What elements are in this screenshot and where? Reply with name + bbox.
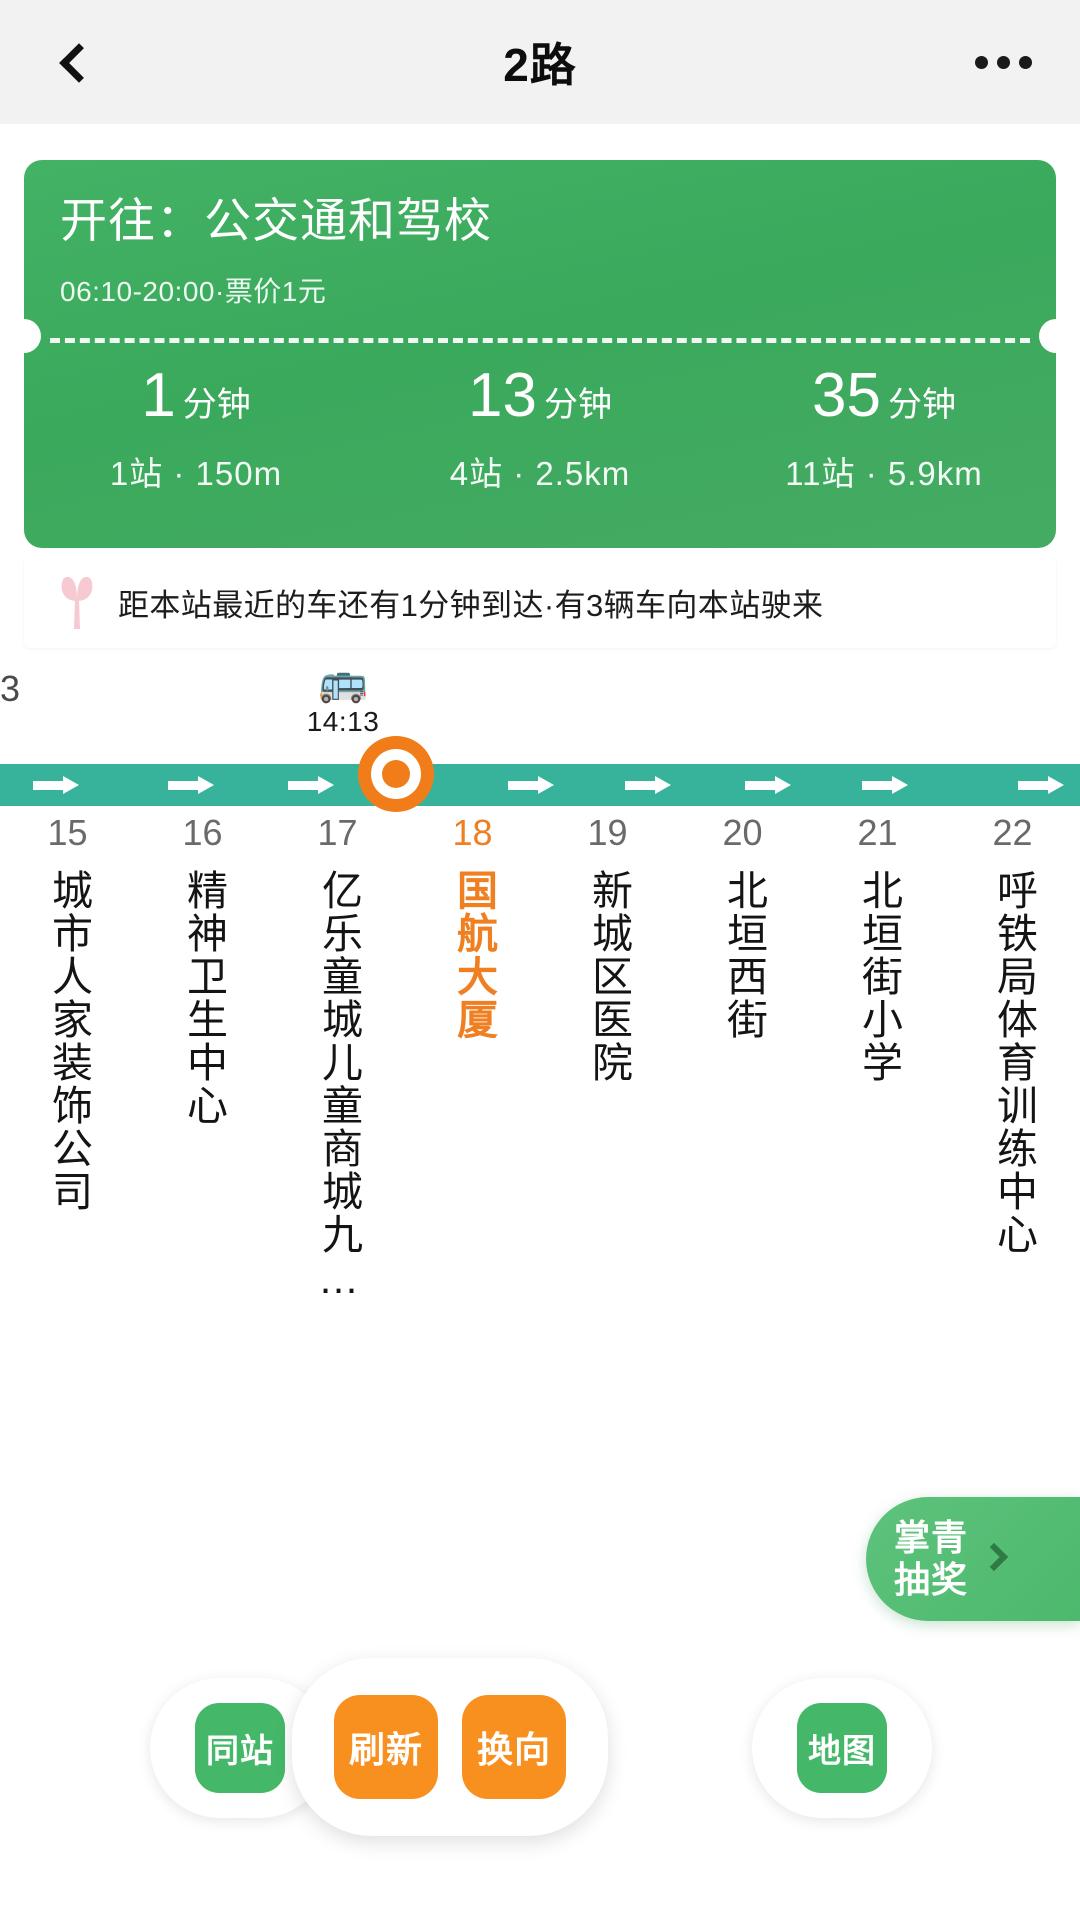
arrival-notice-bar: 距本站最近的车还有1分钟到达·有3辆车向本站驶来: [24, 556, 1056, 648]
arrival-stops-distance: 4站 · 2.5km: [449, 455, 631, 492]
station-name: 城市人家装饰公司: [45, 869, 92, 1213]
route-timeline: 3 🚌 14:13 15 城市人家装饰公司 16 精神卫生中心 17 亿乐童城儿…: [0, 660, 1080, 1304]
station-item[interactable]: 20 北垣西街: [675, 810, 810, 1309]
route-schedule: 06:10-20:00·票价1元: [60, 276, 327, 308]
more-horizontal-icon: [996, 55, 1010, 69]
station-name: 北垣西街: [720, 869, 767, 1041]
ticket-notch-left: [24, 319, 41, 353]
station-name: 亿乐童城儿童商城九…: [315, 869, 362, 1304]
direction-arrow-icon: [33, 776, 79, 794]
station-item[interactable]: 17 亿乐童城儿童商城九…: [270, 810, 405, 1309]
route-summary-card[interactable]: 开往：公交通和驾校 06:10-20:00·票价1元 1 分钟 1站 · 150m…: [24, 160, 1056, 548]
station-name: 北垣街小学: [855, 869, 902, 1084]
edge-station-number: 3: [0, 668, 21, 709]
route-destination: 开往：公交通和驾校: [60, 194, 492, 247]
station-number: 16: [182, 812, 223, 853]
chevron-right-icon: [979, 1542, 1009, 1572]
direction-arrow-icon: [862, 776, 908, 794]
arrival-item[interactable]: 35 分钟 11站 · 5.9km: [712, 360, 1056, 495]
more-horizontal-icon: [1018, 55, 1032, 69]
arrival-stops-distance: 11站 · 5.9km: [785, 455, 983, 492]
station-item[interactable]: 22 呼铁局体育训练中心: [945, 810, 1080, 1309]
bus-timestamp: 14:13: [306, 706, 380, 737]
app-header: 2路: [0, 0, 1080, 124]
map-container[interactable]: 地图: [752, 1678, 932, 1818]
station-item[interactable]: 21 北垣街小学: [810, 810, 945, 1309]
station-number: 21: [857, 812, 898, 853]
arrival-minutes: 13: [468, 361, 537, 430]
arrival-item[interactable]: 1 分钟 1站 · 150m: [24, 360, 368, 495]
arrival-unit: 分钟: [887, 386, 956, 424]
direction-arrow-icon: [625, 776, 671, 794]
flower-icon: [54, 571, 100, 633]
arrival-minutes: 1: [141, 361, 176, 430]
bottom-toolbar: 同站 地图 刷新 换向: [0, 1658, 1080, 1858]
bus-route-detail-screen: 2路 开往：公交通和驾校 06:10-20:00·票价1元 1 分钟 1站 · 1…: [0, 0, 1080, 1920]
station-name: 呼铁局体育训练中心: [990, 869, 1037, 1256]
station-name: 国航大厦: [450, 869, 497, 1041]
primary-actions-container: 刷新 换向: [292, 1658, 608, 1836]
station-item[interactable]: 19 新城区医院: [540, 810, 675, 1309]
direction-arrow-icon: [168, 776, 214, 794]
route-card-header: 开往：公交通和驾校 06:10-20:00·票价1元: [24, 160, 1056, 310]
lottery-label-line2: 抽奖: [894, 1559, 969, 1600]
ticket-notch-right: [1039, 319, 1056, 353]
arrival-list: 1 分钟 1站 · 150m 13 分钟 4站 · 2.5km 35 分钟 11站 ·…: [24, 360, 1056, 495]
more-options-button[interactable]: [960, 22, 1046, 102]
station-name: 精神卫生中心: [180, 869, 227, 1127]
arrival-stops-distance: 1站 · 150m: [109, 455, 283, 492]
direction-arrow-icon: [288, 776, 334, 794]
station-number: 18: [452, 812, 493, 853]
ticket-divider: [24, 319, 1056, 353]
arrival-unit: 分钟: [543, 386, 612, 424]
bus-icon: 🚌: [318, 660, 368, 704]
direction-arrow-icon: [508, 776, 554, 794]
dashed-line: [50, 338, 1030, 343]
arrival-minutes: 35: [812, 361, 881, 430]
map-button[interactable]: 地图: [797, 1703, 887, 1793]
arrival-notice-text: 距本站最近的车还有1分钟到达·有3辆车向本站驶来: [118, 587, 824, 623]
refresh-button[interactable]: 刷新: [334, 1695, 438, 1799]
lottery-label: 掌青 抽奖: [894, 1517, 968, 1602]
lottery-label-line1: 掌青: [894, 1516, 969, 1558]
arrival-item[interactable]: 13 分钟 4站 · 2.5km: [368, 360, 712, 495]
station-list: 15 城市人家装饰公司 16 精神卫生中心 17 亿乐童城儿童商城九… 18 国…: [0, 810, 1080, 1309]
station-number: 19: [587, 812, 628, 853]
direction-arrow-icon: [1018, 776, 1064, 794]
same-station-button[interactable]: 同站: [195, 1703, 285, 1793]
station-item[interactable]: 15 城市人家装饰公司: [0, 810, 135, 1309]
bus-position-marker[interactable]: 🚌 14:13: [300, 660, 386, 738]
station-item-current[interactable]: 18 国航大厦: [405, 810, 540, 1309]
station-item[interactable]: 16 精神卫生中心: [135, 810, 270, 1309]
lottery-entry-button[interactable]: 掌青 抽奖: [866, 1497, 1080, 1621]
direction-arrow-icon: [745, 776, 791, 794]
more-horizontal-icon: [974, 55, 988, 69]
station-number: 15: [47, 812, 88, 853]
switch-direction-button[interactable]: 换向: [462, 1695, 566, 1799]
chevron-left-icon: [59, 43, 99, 83]
arrival-unit: 分钟: [182, 386, 251, 424]
timeline-track: [0, 764, 1080, 806]
back-button[interactable]: [34, 18, 124, 108]
station-number: 20: [722, 812, 763, 853]
page-title: 2路: [503, 39, 577, 91]
station-number: 22: [992, 812, 1033, 853]
station-number: 17: [317, 812, 358, 853]
station-name: 新城区医院: [585, 869, 632, 1084]
